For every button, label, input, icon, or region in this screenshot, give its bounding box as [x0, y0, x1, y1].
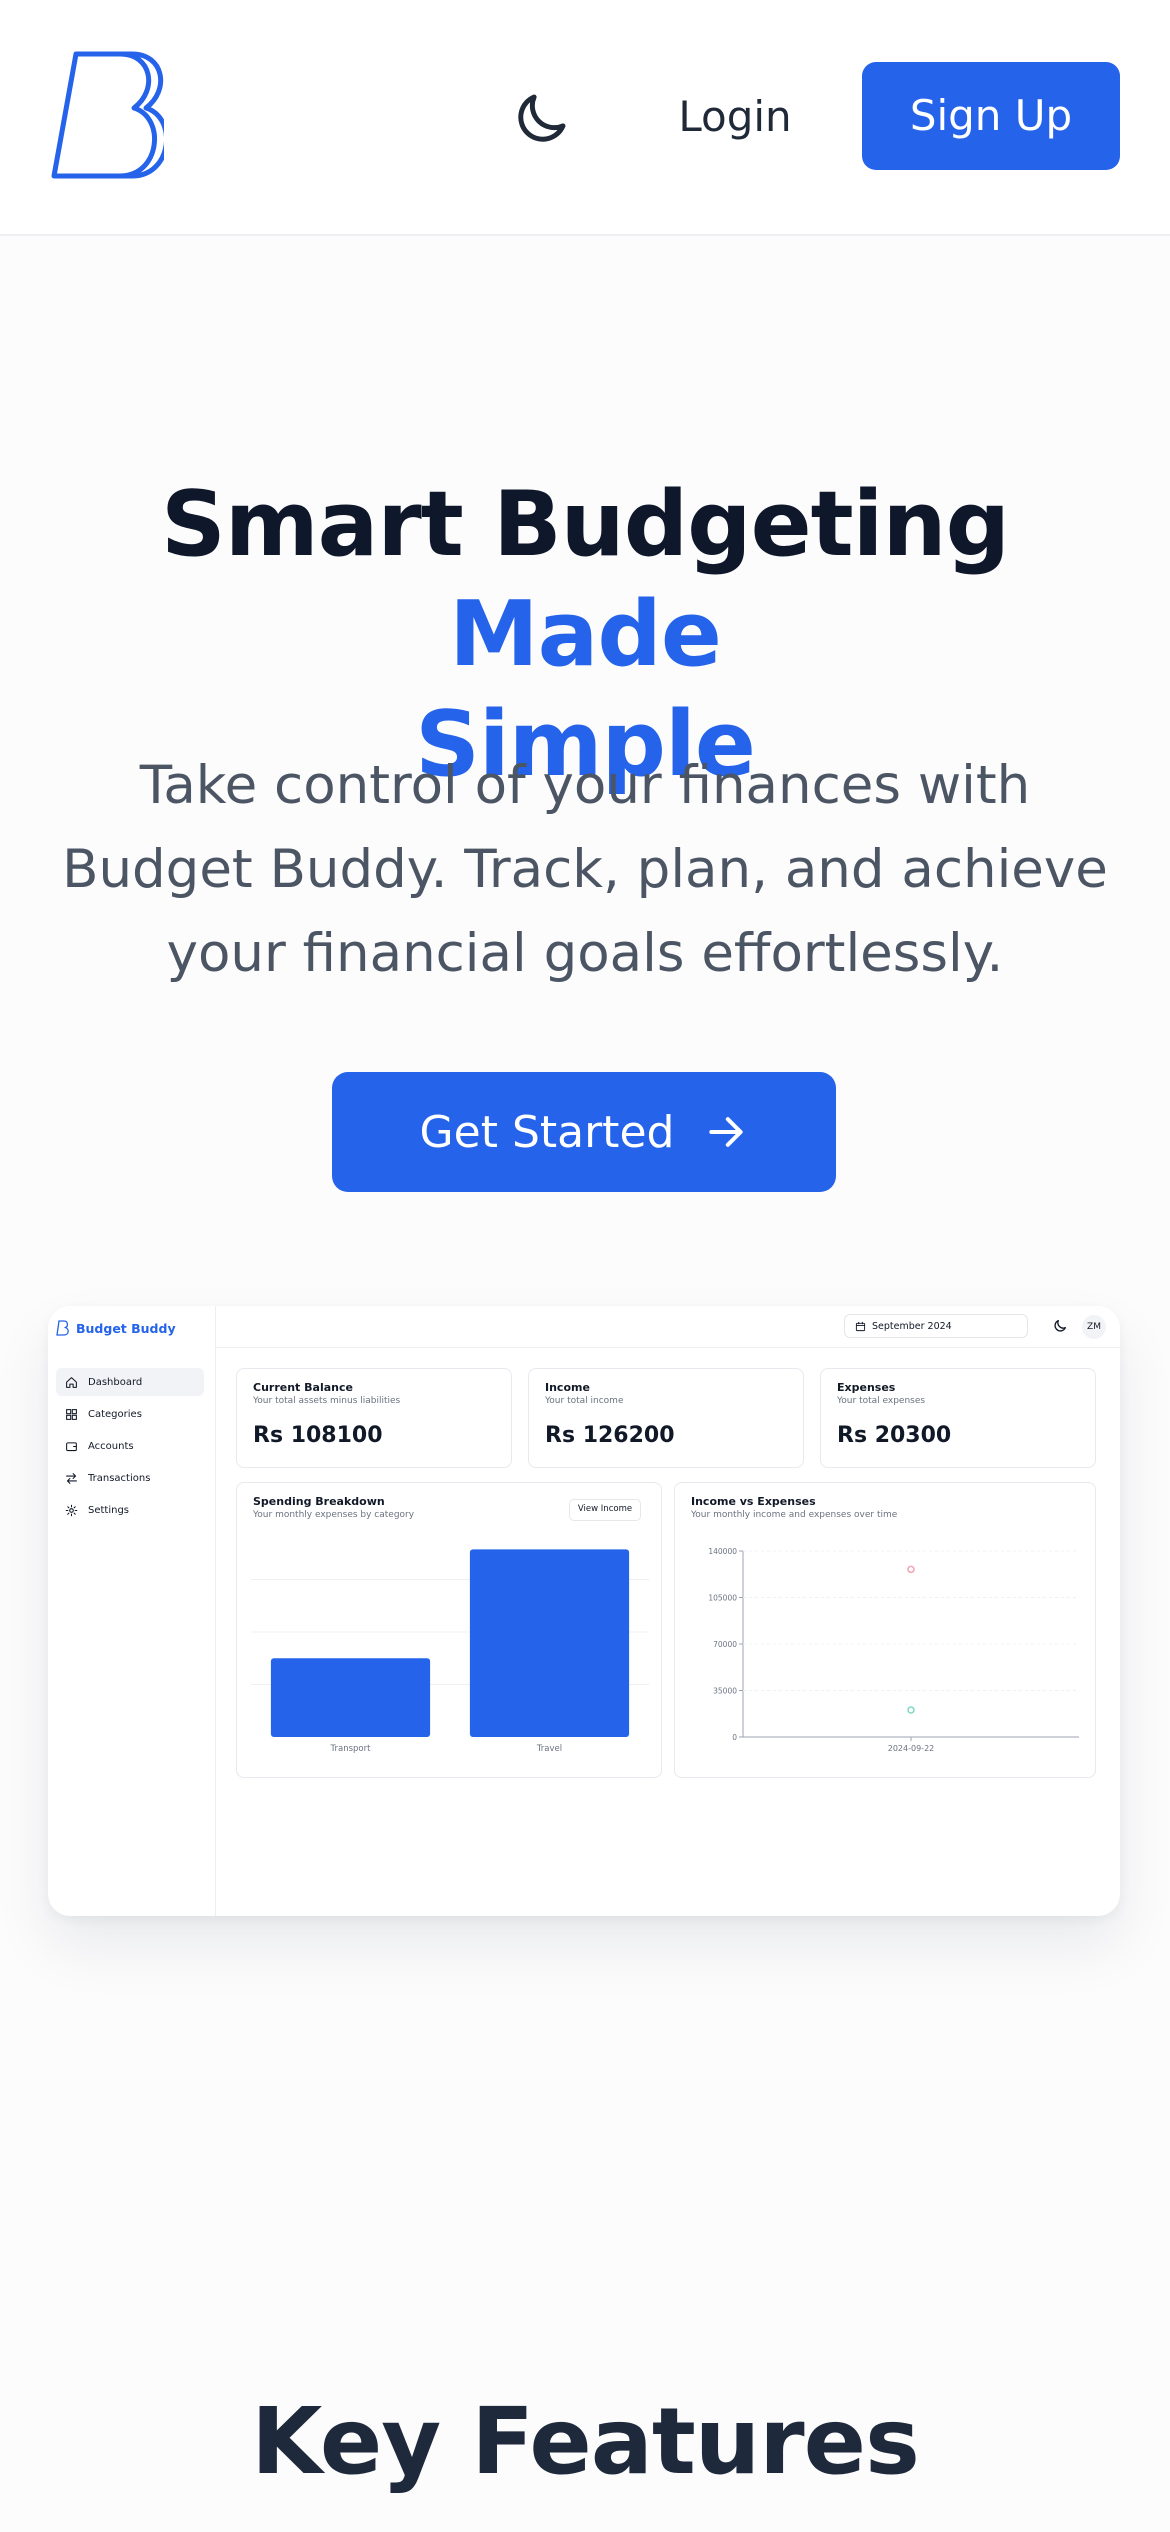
moon-icon[interactable] [1052, 1318, 1068, 1334]
x-tick-label: Transport [330, 1744, 372, 1754]
dashboard-preview: Budget Buddy Dashboard Categories Accoun… [48, 1306, 1120, 1916]
sidebar-item-label: Accounts [88, 1440, 134, 1452]
sidebar-item-label: Dashboard [88, 1376, 143, 1388]
y-tick-label: 35000 [713, 1687, 737, 1696]
hero-subtitle: Take control of your finances with Budge… [62, 755, 1108, 984]
income-expenses-chart: 0 35000 70000 105000 140000 2024-09-22 [708, 1547, 1079, 1753]
expense-point[interactable] [907, 1706, 915, 1714]
calendar-icon [855, 1321, 866, 1331]
signup-button[interactable]: Sign Up [862, 62, 1120, 170]
login-link[interactable]: Login [660, 82, 810, 152]
spending-bar-chart: Transport Travel [251, 1549, 649, 1754]
card-subtitle: Your total income [545, 1396, 624, 1406]
wallet-icon [66, 1441, 77, 1451]
grid-icon [66, 1408, 77, 1420]
budget-buddy-logo[interactable] [48, 48, 164, 182]
hero-title-main: Smart Budgeting [161, 472, 1010, 577]
sidebar-item-accounts[interactable]: Accounts [56, 1432, 204, 1460]
spending-breakdown-card: Spending Breakdown Your monthly expenses… [236, 1482, 662, 1778]
sidebar-item-dashboard[interactable]: Dashboard [56, 1368, 204, 1396]
key-features-title: Key Features [251, 2388, 920, 2495]
preview-brand: Budget Buddy [56, 1320, 176, 1336]
bar-transport[interactable] [270, 1658, 431, 1737]
site-header: Login Sign Up [0, 0, 1170, 236]
budget-buddy-logo-small [56, 1320, 69, 1336]
hero-title-accent: Made [449, 582, 722, 687]
x-tick-label: Travel [536, 1744, 562, 1754]
preview-sidebar: Budget Buddy Dashboard Categories Accoun… [48, 1306, 216, 1916]
sidebar-item-settings[interactable]: Settings [56, 1496, 204, 1524]
date-selector-label: September 2024 [872, 1320, 952, 1332]
bar-travel[interactable] [469, 1549, 630, 1737]
date-selector[interactable]: September 2024 [844, 1314, 1028, 1338]
card-title: Income [545, 1381, 590, 1394]
preview-nav: Dashboard Categories Accounts Transactio… [56, 1368, 204, 1528]
moon-icon[interactable] [508, 86, 574, 152]
income-card: Income Your total income Rs 126200 [528, 1368, 804, 1468]
arrow-right-icon [709, 1117, 744, 1147]
get-started-label: Get Started [419, 1106, 675, 1158]
preview-brand-name: Budget Buddy [76, 1320, 176, 1336]
card-subtitle: Your total assets minus liabilities [253, 1396, 401, 1406]
sidebar-item-label: Categories [88, 1408, 142, 1420]
sidebar-item-transactions[interactable]: Transactions [56, 1464, 204, 1492]
gear-icon [65, 1504, 78, 1516]
card-value: Rs 20300 [837, 1423, 952, 1448]
card-subtitle: Your total expenses [837, 1396, 926, 1406]
get-started-button[interactable]: Get Started [332, 1072, 836, 1192]
expenses-card: Expenses Your total expenses Rs 20300 [820, 1368, 1096, 1468]
arrows-icon [66, 1472, 77, 1484]
income-point[interactable] [907, 1565, 915, 1574]
avatar[interactable]: ZM [1082, 1315, 1106, 1339]
sidebar-item-label: Settings [88, 1504, 130, 1516]
preview-topbar: September 2024 ZM [216, 1306, 1120, 1348]
home-icon [66, 1376, 77, 1388]
sidebar-item-label: Transactions [88, 1472, 151, 1484]
y-tick-label: 0 [732, 1733, 737, 1742]
x-tick-label: 2024-09-22 [888, 1744, 935, 1753]
y-tick-label: 140000 [708, 1547, 737, 1556]
y-tick-label: 105000 [708, 1594, 737, 1603]
sidebar-item-categories[interactable]: Categories [56, 1400, 204, 1428]
income-vs-expenses-card: Income vs Expenses Your monthly income a… [674, 1482, 1096, 1778]
card-title: Current Balance [253, 1381, 353, 1394]
card-value: Rs 126200 [545, 1423, 675, 1448]
balance-card: Current Balance Your total assets minus … [236, 1368, 512, 1468]
card-value: Rs 108100 [253, 1423, 383, 1448]
y-tick-label: 70000 [713, 1640, 737, 1649]
card-title: Expenses [837, 1381, 896, 1394]
